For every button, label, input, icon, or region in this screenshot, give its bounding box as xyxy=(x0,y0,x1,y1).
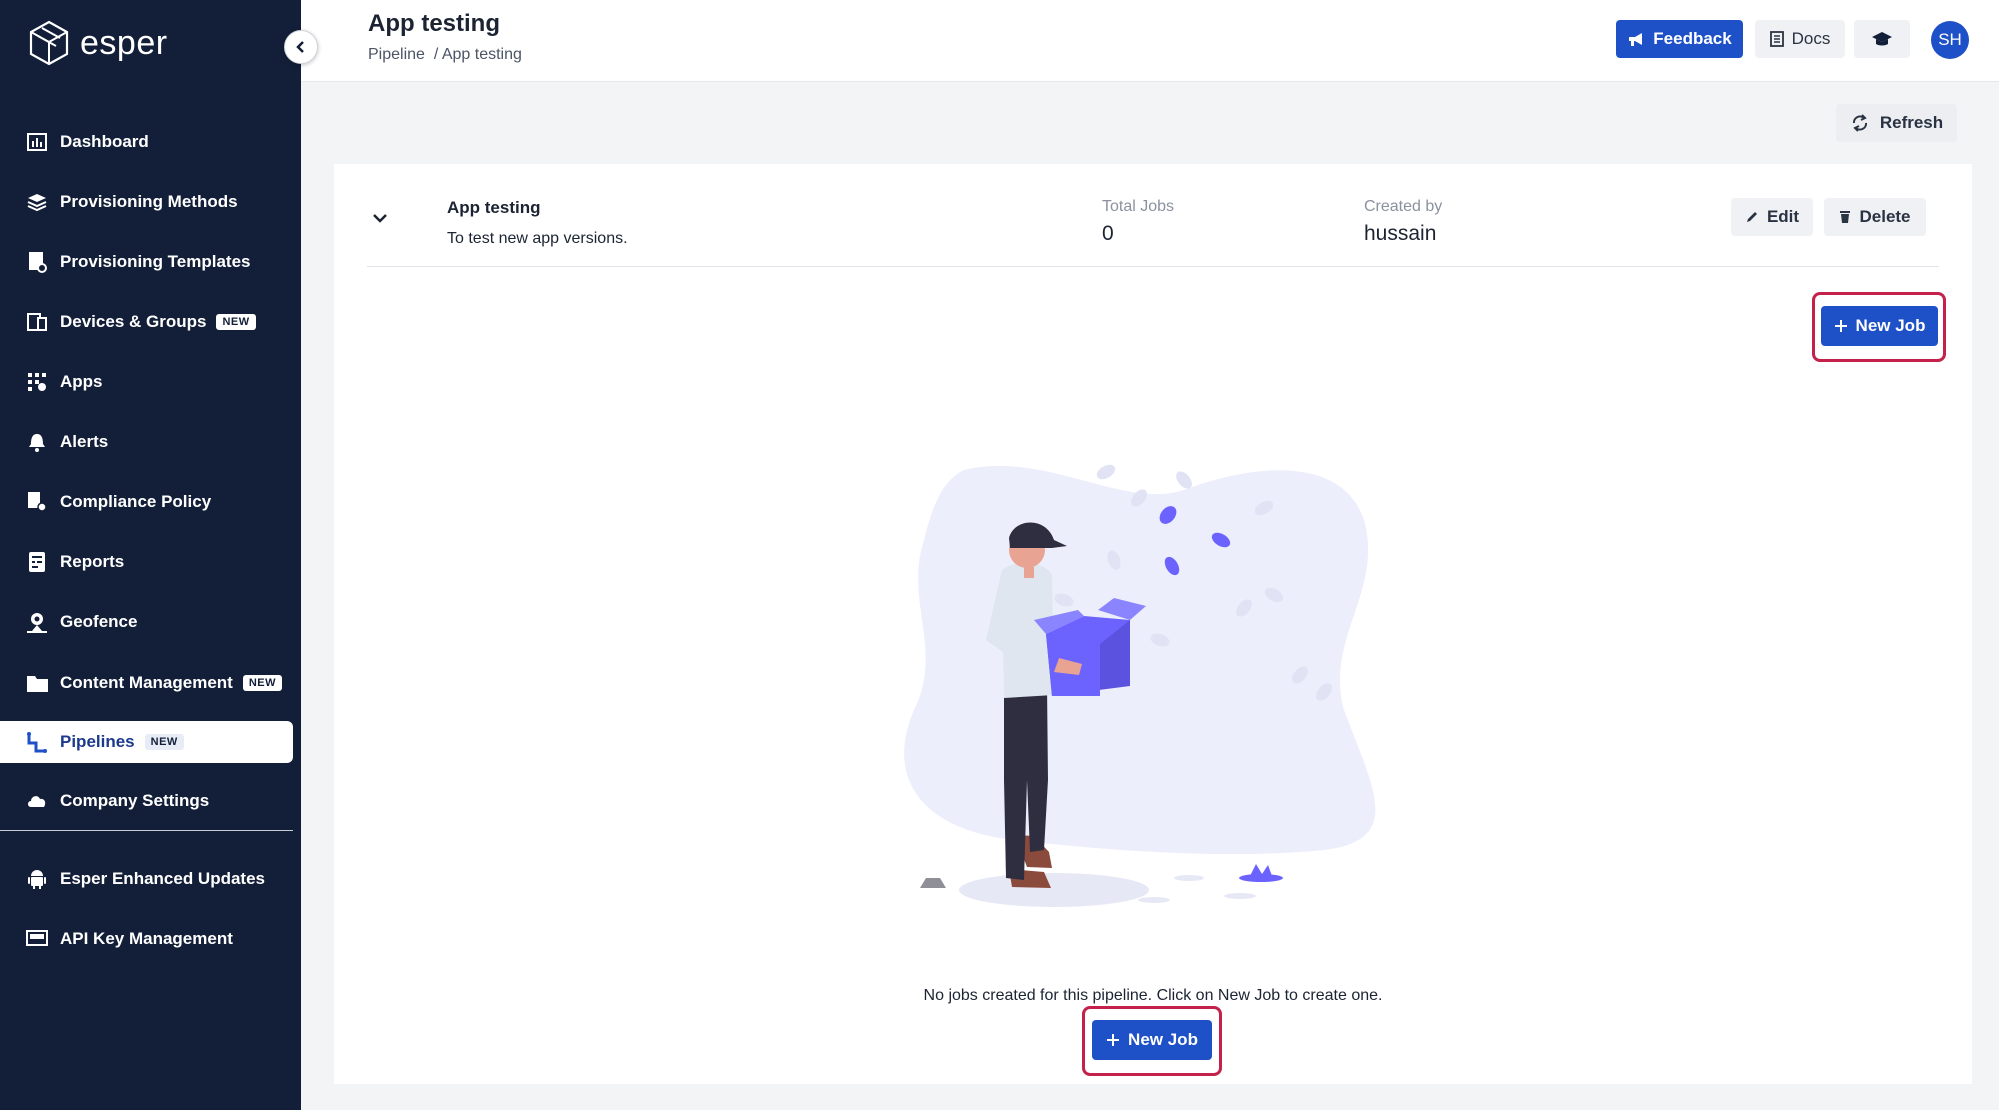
pipeline-card: App testing To test new app versions. To… xyxy=(334,164,1972,1084)
expand-toggle[interactable] xyxy=(368,206,392,230)
sidebar-item-dashboard[interactable]: Dashboard xyxy=(0,121,293,163)
sidebar-item-alerts[interactable]: Alerts xyxy=(0,421,293,463)
docs-button[interactable]: Docs xyxy=(1755,20,1845,58)
chevron-down-icon xyxy=(373,214,387,223)
sidebar-item-label: Apps xyxy=(60,372,103,391)
pencil-icon xyxy=(1746,212,1757,222)
user-avatar[interactable]: SH xyxy=(1931,21,1969,59)
sidebar-item-label: Dashboard xyxy=(60,132,149,151)
docs-label: Docs xyxy=(1791,29,1831,48)
refresh-button[interactable]: Refresh xyxy=(1836,104,1957,142)
dashboard-icon xyxy=(26,131,48,153)
sidebar-item-devices-groups[interactable]: Devices & Groups NEW xyxy=(0,301,293,343)
geofence-icon xyxy=(26,611,48,633)
sidebar: esper Dashboard Provisioning Methods Pro… xyxy=(0,0,301,1110)
new-badge: NEW xyxy=(216,314,256,330)
document-icon xyxy=(1769,31,1784,47)
learning-button[interactable] xyxy=(1854,20,1910,58)
brand-name: esper xyxy=(80,23,168,62)
collapse-sidebar-button[interactable] xyxy=(284,30,318,64)
sidebar-divider xyxy=(0,830,293,831)
devices-icon xyxy=(26,311,48,333)
breadcrumb: Pipeline / App testing xyxy=(368,46,522,64)
new-job-label: New Job xyxy=(1855,316,1926,335)
sidebar-item-compliance-policy[interactable]: Compliance Policy xyxy=(0,481,293,523)
plus-icon xyxy=(1834,320,1847,332)
esper-logo[interactable]: esper xyxy=(28,20,168,66)
sidebar-item-label: Provisioning Templates xyxy=(60,252,251,271)
total-jobs-value: 0 xyxy=(1102,222,1114,245)
graduation-cap-icon xyxy=(1872,32,1892,46)
new-job-button-top[interactable]: New Job xyxy=(1821,306,1938,346)
bell-icon xyxy=(26,431,48,453)
new-badge: NEW xyxy=(144,734,184,750)
sidebar-item-label: Company Settings xyxy=(60,791,210,810)
sidebar-item-pipelines[interactable]: Pipelines NEW xyxy=(0,721,293,763)
delete-button[interactable]: Delete xyxy=(1824,198,1926,236)
folder-icon xyxy=(26,672,48,694)
apps-icon xyxy=(26,371,48,393)
esper-logo-icon xyxy=(29,20,69,66)
card-divider xyxy=(367,266,1939,267)
empty-state-illustration xyxy=(904,464,1376,907)
chevron-left-icon xyxy=(296,41,304,53)
layers-icon xyxy=(26,191,48,213)
sidebar-item-label: Provisioning Methods xyxy=(60,192,238,211)
page-title: App testing xyxy=(368,10,500,37)
android-icon xyxy=(26,868,48,890)
sidebar-item-api-key-management[interactable]: API Key Management xyxy=(0,918,293,960)
megaphone-icon xyxy=(1629,33,1643,46)
refresh-label: Refresh xyxy=(1879,113,1944,132)
sidebar-item-geofence[interactable]: Geofence xyxy=(0,601,293,643)
feedback-label: Feedback xyxy=(1653,29,1732,48)
sidebar-item-apps[interactable]: Apps xyxy=(0,361,293,403)
sidebar-item-content-management[interactable]: Content Management NEW xyxy=(0,662,293,704)
key-management-icon xyxy=(26,928,48,950)
pipeline-name: App testing xyxy=(447,198,541,217)
feedback-button[interactable]: Feedback xyxy=(1616,20,1743,58)
empty-state-message: No jobs created for this pipeline. Click… xyxy=(923,987,1383,1004)
new-job-button-empty-state[interactable]: New Job xyxy=(1092,1020,1212,1060)
ground-shadows xyxy=(920,864,1283,907)
edit-button[interactable]: Edit xyxy=(1731,198,1813,236)
sidebar-item-label: Content Management xyxy=(60,673,233,692)
sidebar-item-esper-enhanced-updates[interactable]: Esper Enhanced Updates xyxy=(0,858,293,900)
plus-icon xyxy=(1107,1034,1120,1046)
edit-label: Edit xyxy=(1766,207,1800,226)
pipeline-icon xyxy=(26,731,48,753)
delete-label: Delete xyxy=(1859,207,1911,226)
sidebar-item-company-settings[interactable]: Company Settings xyxy=(0,780,293,822)
new-badge: NEW xyxy=(242,675,283,691)
sidebar-item-label: Reports xyxy=(60,552,125,571)
created-by-value: hussain xyxy=(1364,222,1437,245)
sidebar-item-label: Esper Enhanced Updates xyxy=(60,869,266,888)
refresh-icon xyxy=(1852,114,1867,132)
sidebar-item-label: Pipelines xyxy=(60,732,135,751)
sidebar-item-label: Geofence xyxy=(60,612,138,631)
pipeline-description: To test new app versions. xyxy=(447,230,628,247)
trash-icon xyxy=(1840,211,1851,223)
sidebar-item-label: Alerts xyxy=(60,432,109,451)
breadcrumb-pipeline-link[interactable]: Pipeline xyxy=(368,46,425,63)
sidebar-item-label: Compliance Policy xyxy=(60,492,212,511)
created-by-label: Created by xyxy=(1364,198,1443,215)
sidebar-item-provisioning-templates[interactable]: Provisioning Templates xyxy=(0,241,293,283)
reports-icon xyxy=(26,551,48,573)
template-icon xyxy=(26,251,48,273)
total-jobs-label: Total Jobs xyxy=(1102,198,1175,215)
top-header: App testing Pipeline / App testing Feedb… xyxy=(301,0,1999,82)
sidebar-item-provisioning-methods[interactable]: Provisioning Methods xyxy=(0,181,293,223)
new-job-label: New Job xyxy=(1128,1030,1198,1049)
cloud-icon xyxy=(26,790,48,812)
sidebar-item-label: Devices & Groups xyxy=(60,312,207,331)
sidebar-item-label: API Key Management xyxy=(60,929,233,948)
policy-icon xyxy=(26,491,48,513)
sidebar-item-reports[interactable]: Reports xyxy=(0,541,293,583)
breadcrumb-current: / App testing xyxy=(433,46,522,63)
background-blob xyxy=(904,465,1376,855)
